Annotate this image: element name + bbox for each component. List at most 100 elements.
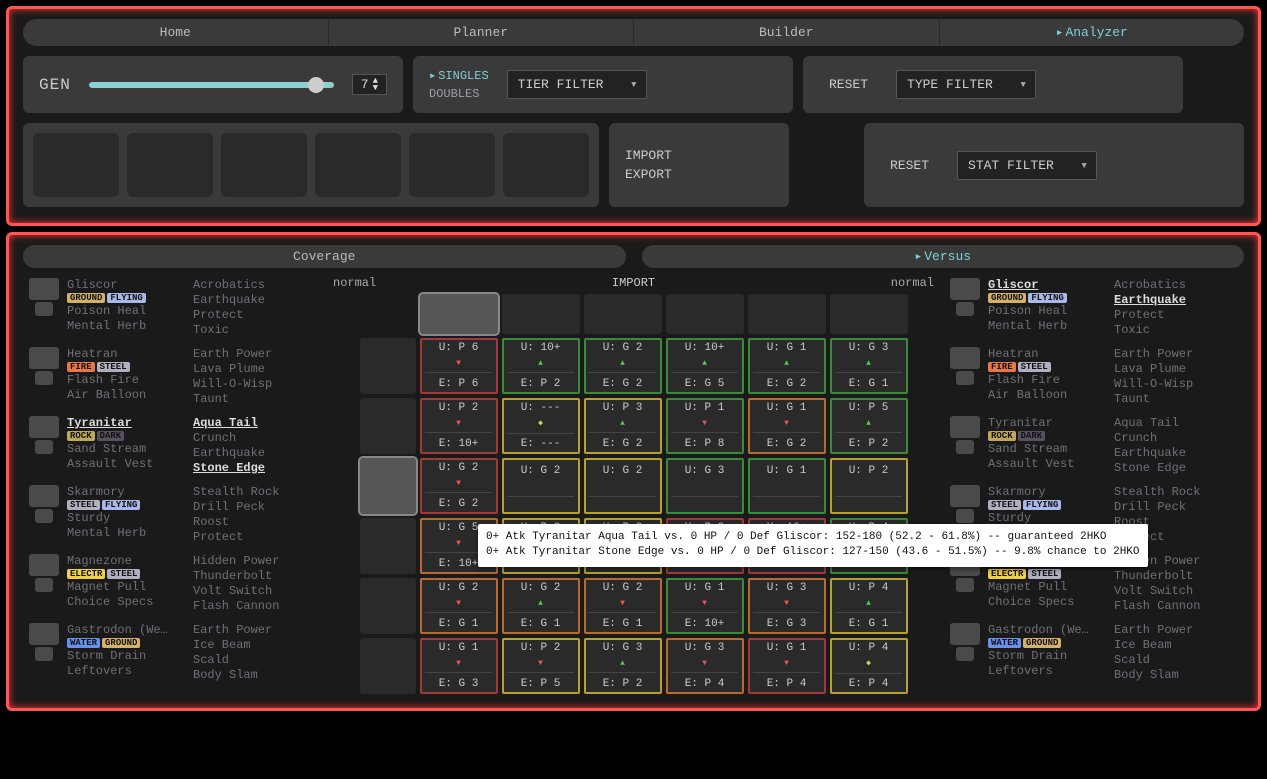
versus-cell[interactable]: U: G 1▼E: G 2	[748, 398, 826, 454]
poke-move[interactable]: Body Slam	[1114, 668, 1224, 682]
stat-filter-select[interactable]: STAT FILTER	[957, 151, 1097, 180]
versus-cell[interactable]: U: G 2▲E: G 1	[502, 578, 580, 634]
poke-move[interactable]: Earthquake	[1114, 446, 1224, 460]
grid-row-header[interactable]	[360, 458, 416, 514]
team-slot[interactable]	[315, 133, 401, 197]
versus-cell[interactable]: U: P 2▼E: 10+	[420, 398, 498, 454]
poke-move[interactable]: Earthquake	[193, 446, 303, 460]
poke-move[interactable]: Taunt	[193, 392, 303, 406]
grid-col-header[interactable]	[502, 294, 580, 334]
versus-cell[interactable]: U: P 2▼E: P 5	[502, 638, 580, 694]
spinner-icon[interactable]: ▲▼	[373, 78, 378, 92]
versus-cell[interactable]: U: G 3▼E: P 4	[666, 638, 744, 694]
poke-move[interactable]: Earthquake	[193, 293, 303, 307]
versus-cell[interactable]: U: ---◆E: ---	[502, 398, 580, 454]
poke-entry[interactable]: TyranitarROCKDARKSand StreamAssault Vest…	[23, 414, 323, 477]
poke-move[interactable]: Scald	[193, 653, 303, 667]
type-reset-button[interactable]: RESET	[819, 73, 878, 96]
versus-cell[interactable]: U: G 3▲E: P 2	[584, 638, 662, 694]
poke-move[interactable]: Roost	[193, 515, 303, 529]
team-slot[interactable]	[127, 133, 213, 197]
versus-cell[interactable]: U: P 3▲E: G 2	[584, 398, 662, 454]
tier-filter-select[interactable]: TIER FILTER	[507, 70, 647, 99]
poke-move[interactable]: Stone Edge	[193, 461, 303, 475]
versus-cell[interactable]: U: G 3▼E: G 3	[748, 578, 826, 634]
versus-cell[interactable]: U: 10+▲E: G 5	[666, 338, 744, 394]
poke-move[interactable]: Will-O-Wisp	[193, 377, 303, 391]
poke-move[interactable]: Volt Switch	[1114, 584, 1224, 598]
gen-slider[interactable]	[89, 82, 334, 88]
format-singles[interactable]: ▸SINGLES	[429, 68, 489, 83]
versus-cell[interactable]: U: P 4◆E: P 4	[830, 638, 908, 694]
poke-move[interactable]: Acrobatics	[1114, 278, 1224, 292]
grid-col-header[interactable]	[584, 294, 662, 334]
poke-move[interactable]: Toxic	[1114, 323, 1224, 337]
poke-move[interactable]: Lava Plume	[1114, 362, 1224, 376]
versus-cell[interactable]: U: G 1	[748, 458, 826, 514]
poke-move[interactable]: Thunderbolt	[1114, 569, 1224, 583]
grid-col-header[interactable]	[420, 294, 498, 334]
gen-value-box[interactable]: 7▲▼	[352, 74, 387, 95]
poke-move[interactable]: Earth Power	[1114, 623, 1224, 637]
grid-row-header[interactable]	[360, 398, 416, 454]
grid-import-button[interactable]: IMPORT	[612, 276, 655, 290]
versus-cell[interactable]: U: G 1▼E: 10+	[666, 578, 744, 634]
versus-cell[interactable]: U: P 4▲E: G 1	[830, 578, 908, 634]
type-filter-select[interactable]: TYPE FILTER	[896, 70, 1036, 99]
tab-coverage[interactable]: Coverage	[23, 245, 626, 268]
team-slot[interactable]	[503, 133, 589, 197]
stat-reset-button[interactable]: RESET	[880, 154, 939, 177]
versus-cell[interactable]: U: P 6▼E: P 6	[420, 338, 498, 394]
poke-move[interactable]: Thunderbolt	[193, 569, 303, 583]
grid-col-header[interactable]	[830, 294, 908, 334]
import-button[interactable]: IMPORT	[625, 148, 773, 163]
poke-move[interactable]: Earthquake	[1114, 293, 1224, 307]
poke-entry[interactable]: Gastrodon (We…WATERGROUNDStorm DrainLeft…	[23, 621, 323, 684]
versus-cell[interactable]: U: P 5▲E: P 2	[830, 398, 908, 454]
poke-move[interactable]: Earth Power	[193, 623, 303, 637]
nav-analyzer[interactable]: ▸Analyzer	[940, 19, 1245, 46]
poke-move[interactable]: Stealth Rock	[193, 485, 303, 499]
grid-row-header[interactable]	[360, 338, 416, 394]
grid-row-header[interactable]	[360, 518, 416, 574]
poke-move[interactable]: Aqua Tail	[193, 416, 303, 430]
poke-entry[interactable]: HeatranFIRESTEELFlash FireAir BalloonEar…	[23, 345, 323, 408]
format-doubles[interactable]: DOUBLES	[429, 87, 489, 101]
poke-move[interactable]: Scald	[1114, 653, 1224, 667]
versus-cell[interactable]: U: G 2▼E: G 1	[420, 578, 498, 634]
versus-cell[interactable]: U: G 2▲E: G 2	[584, 338, 662, 394]
poke-move[interactable]: Earth Power	[193, 347, 303, 361]
versus-cell[interactable]: U: P 2	[830, 458, 908, 514]
versus-cell[interactable]: U: 10+▲E: P 2	[502, 338, 580, 394]
poke-move[interactable]: Crunch	[1114, 431, 1224, 445]
versus-cell[interactable]: U: G 1▼E: G 3	[420, 638, 498, 694]
poke-move[interactable]: Acrobatics	[193, 278, 303, 292]
poke-move[interactable]: Protect	[193, 530, 303, 544]
poke-move[interactable]: Aqua Tail	[1114, 416, 1224, 430]
versus-cell[interactable]: U: P 1▼E: P 8	[666, 398, 744, 454]
poke-move[interactable]: Lava Plume	[193, 362, 303, 376]
poke-entry[interactable]: SkarmorySTEELFLYINGSturdyMental HerbStea…	[23, 483, 323, 546]
versus-cell[interactable]: U: G 2▼E: G 2	[420, 458, 498, 514]
poke-move[interactable]: Drill Peck	[193, 500, 303, 514]
poke-entry[interactable]: GliscorGROUNDFLYINGPoison HealMental Her…	[23, 276, 323, 339]
poke-move[interactable]: Flash Cannon	[193, 599, 303, 613]
poke-move[interactable]: Drill Peck	[1114, 500, 1224, 514]
tab-versus[interactable]: ▸Versus	[642, 245, 1245, 268]
poke-move[interactable]: Ice Beam	[1114, 638, 1224, 652]
grid-col-header[interactable]	[666, 294, 744, 334]
poke-entry[interactable]: TyranitarROCKDARKSand StreamAssault Vest…	[944, 414, 1244, 477]
versus-cell[interactable]: U: G 3▲E: G 1	[830, 338, 908, 394]
nav-builder[interactable]: Builder	[634, 19, 940, 46]
poke-move[interactable]: Stealth Rock	[1114, 485, 1224, 499]
grid-row-header[interactable]	[360, 578, 416, 634]
team-slot[interactable]	[33, 133, 119, 197]
team-slot[interactable]	[409, 133, 495, 197]
poke-move[interactable]: Hidden Power	[193, 554, 303, 568]
poke-move[interactable]: Toxic	[193, 323, 303, 337]
grid-row-header[interactable]	[360, 638, 416, 694]
poke-move[interactable]: Body Slam	[193, 668, 303, 682]
poke-move[interactable]: Crunch	[193, 431, 303, 445]
versus-cell[interactable]: U: G 2	[502, 458, 580, 514]
poke-move[interactable]: Earth Power	[1114, 347, 1224, 361]
